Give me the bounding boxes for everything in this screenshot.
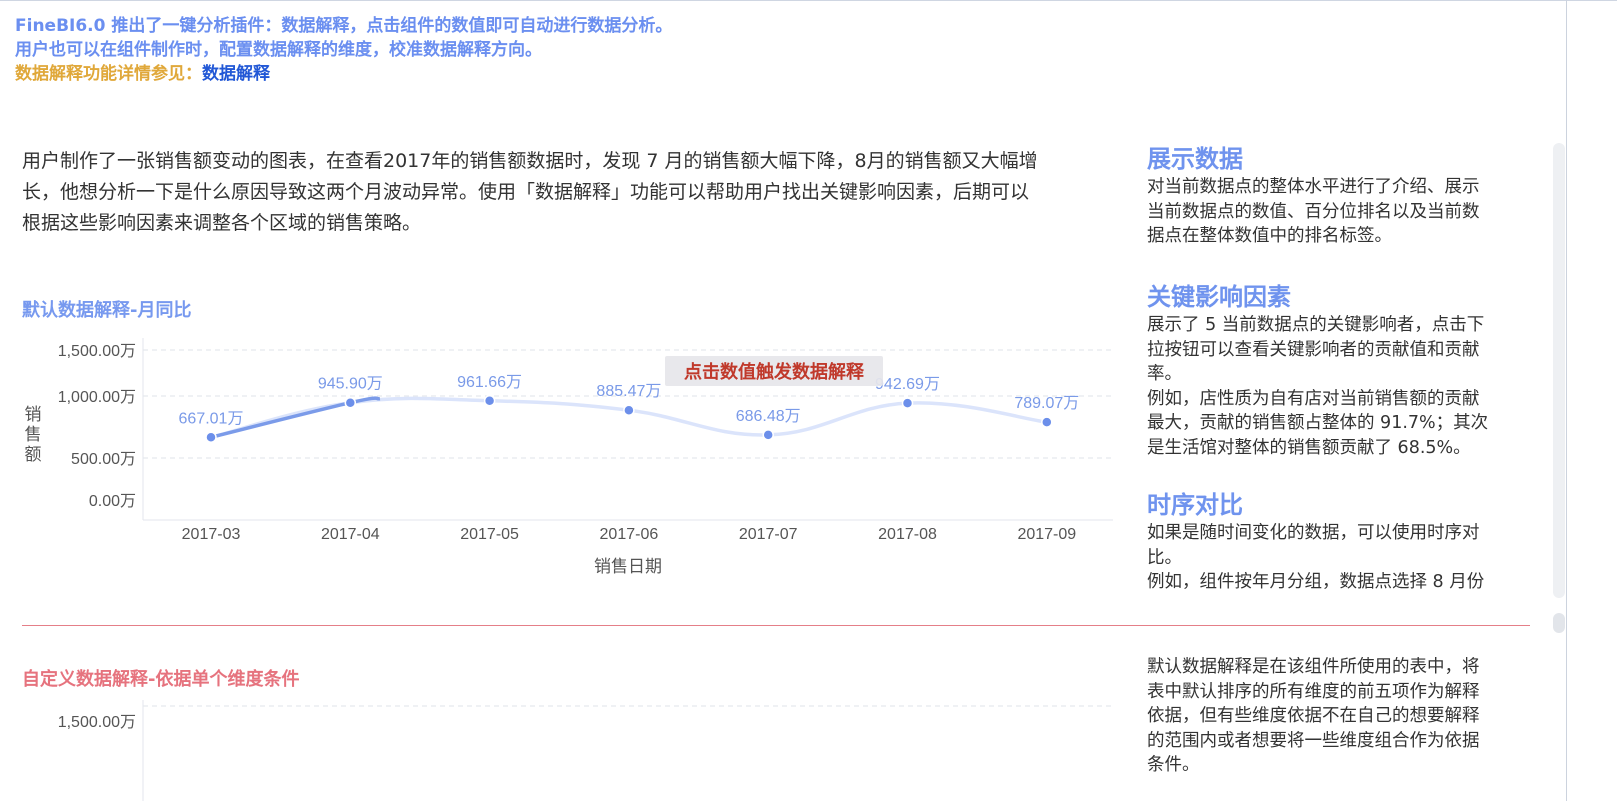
sidebar-text-line: 对当前数据点的整体水平进行了介绍、展示 xyxy=(1147,177,1480,197)
sales-line-chart[interactable]: 0.00万 500.00万 1,000.00万 1,500.00万 2017-03 20… xyxy=(0,330,1130,585)
x-tick-label: 2017-08 xyxy=(878,526,937,543)
sidebar-text-line: 拉按钮可以查看关键影响者的贡献值和贡献 xyxy=(1147,339,1480,360)
sidebar-text-line: 例如，店性质为自有店对当前销售额的贡献 xyxy=(1147,388,1480,409)
y-axis-title-char: 售 xyxy=(25,425,42,444)
custom-explain-description: 默认数据解释是在该组件所使用的表中，将 表中默认排序的所有维度的前五项作为解释 依据… xyxy=(1147,655,1539,778)
x-tick-label: 2017-07 xyxy=(739,526,798,543)
section-title-default: 默认数据解释-月同比 xyxy=(22,300,192,321)
tooltip-text[interactable]: 点击数值触发数据解释 xyxy=(684,361,865,382)
intro-line-2: 长，他想分析一下是什么原因导致这两个月波动异常。使用「数据解释」功能可以帮助用户… xyxy=(22,181,1030,203)
data-label[interactable]: 961.66万 xyxy=(457,374,522,391)
sidebar-block-title: 关键影响因素 xyxy=(1147,283,1291,311)
sidebar-text-line: 比。 xyxy=(1147,547,1182,568)
sidebar-text-line: 最大，贡献的销售额占整体的 91.7%；其次 xyxy=(1147,413,1489,433)
custom-explain-chart[interactable]: 1,500.00万 xyxy=(0,690,1130,801)
data-point[interactable] xyxy=(483,395,496,407)
data-label[interactable]: 789.07万 xyxy=(1014,395,1079,412)
y-tick-label: 0.00万 xyxy=(89,493,136,510)
banner-line-1: FineBI6.0 推出了一键分析插件：数据解释，点击组件的数值即可自动进行数据… xyxy=(15,16,673,36)
y-tick-label: 1,500.00万 xyxy=(58,343,136,360)
x-axis-title: 销售日期 xyxy=(594,557,662,576)
x-tick-label: 2017-06 xyxy=(600,526,659,543)
y-tick-label: 1,500.00万 xyxy=(58,714,136,731)
section-separator xyxy=(22,625,1530,626)
x-tick-label: 2017-03 xyxy=(182,526,241,543)
banner-line-3: 数据解释功能详情参见：数据解释 xyxy=(15,62,672,86)
section-title-custom: 自定义数据解释-依据单个维度条件 xyxy=(22,669,300,690)
description-line: 的范围内或者想要将一些维度组合作为依据 xyxy=(1147,730,1480,751)
description-line: 默认数据解释是在该组件所使用的表中，将 xyxy=(1147,657,1480,677)
banner-line-2: 用户也可以在组件制作时，配置数据解释的维度，校准数据解释方向。 xyxy=(15,40,542,60)
panel-edge xyxy=(1566,0,1567,801)
data-label[interactable]: 686.48万 xyxy=(736,408,801,425)
description-line: 依据，但有些维度依据不在自己的想要解释 xyxy=(1147,706,1480,726)
sidebar-text-line: 如果是随时间变化的数据，可以使用时序对 xyxy=(1147,523,1480,543)
y-axis-title-char: 额 xyxy=(25,445,42,464)
data-point[interactable] xyxy=(901,397,914,409)
intro-line-1: 用户制作了一张销售额变动的图表，在查看2017年的销售额数据时，发现 7 月的销… xyxy=(22,150,1038,172)
y-tick-label: 1,000.00万 xyxy=(58,389,136,406)
sidebar-text-line: 是生活馆对整体的销售额贡献了 68.5%。 xyxy=(1147,437,1471,458)
sidebar-text-line: 率。 xyxy=(1147,364,1182,384)
sidebar-text-line: 据点在整体数值中的排名标签。 xyxy=(1147,226,1392,246)
top-border xyxy=(0,0,1617,1)
sidebar-block-title: 展示数据 xyxy=(1147,145,1243,173)
sidebar-block: 关键影响因素展示了 5 当前数据点的关键影响者，点击下 拉按钮可以查看关键影响者的… xyxy=(1147,281,1539,460)
data-label[interactable]: 942.69万 xyxy=(875,376,940,393)
scrollbar-thumb[interactable] xyxy=(1553,613,1565,633)
y-axis-title-char: 销 xyxy=(25,405,42,424)
intro-line-3: 根据这些影响因素来调整各个区域的销售策略。 xyxy=(22,212,422,234)
intro-paragraph: 用户制作了一张销售额变动的图表，在查看2017年的销售额数据时，发现 7 月的销… xyxy=(22,146,1112,239)
data-label[interactable]: 945.90万 xyxy=(318,376,383,393)
info-banner: FineBI6.0 推出了一键分析插件：数据解释，点击组件的数值即可自动进行数据… xyxy=(15,14,672,86)
data-point[interactable] xyxy=(762,429,774,441)
x-tick-label: 2017-05 xyxy=(460,526,519,543)
data-label[interactable]: 667.01万 xyxy=(179,410,244,427)
data-point[interactable] xyxy=(205,431,217,444)
y-tick-label: 500.00万 xyxy=(71,451,136,468)
description-line: 条件。 xyxy=(1147,755,1200,775)
data-point[interactable] xyxy=(1041,416,1053,428)
sidebar-block: 展示数据对当前数据点的整体水平进行了介绍、展示 当前数据点的数值、百分位排名以及当… xyxy=(1147,143,1539,249)
banner-link-prefix: 数据解释功能详情参见： xyxy=(15,64,202,84)
y-axis-title: 销售额 xyxy=(25,405,42,464)
sidebar-block-title: 时序对比 xyxy=(1147,491,1243,519)
scrollbar-track[interactable] xyxy=(1553,143,1565,598)
sidebar-block: 时序对比如果是随时间变化的数据，可以使用时序对 比。例如，组件按年月分组，数据点选… xyxy=(1147,489,1539,595)
data-label[interactable]: 885.47万 xyxy=(596,383,661,400)
sidebar-text-line: 当前数据点的数值、百分位排名以及当前数 xyxy=(1147,201,1480,222)
x-tick-label: 2017-04 xyxy=(321,526,380,543)
description-line: 表中默认排序的所有维度的前五项作为解释 xyxy=(1147,681,1480,702)
explain-tooltip[interactable]: 点击数值触发数据解释 xyxy=(665,356,883,386)
data-point[interactable] xyxy=(623,404,635,416)
data-point[interactable] xyxy=(344,396,357,409)
sidebar-text-line: 例如，组件按年月分组，数据点选择 8 月份 xyxy=(1147,572,1485,592)
data-explain-link[interactable]: 数据解释 xyxy=(202,64,270,84)
x-tick-label: 2017-09 xyxy=(1017,526,1076,543)
sidebar-text-line: 展示了 5 当前数据点的关键影响者，点击下 xyxy=(1147,315,1485,335)
